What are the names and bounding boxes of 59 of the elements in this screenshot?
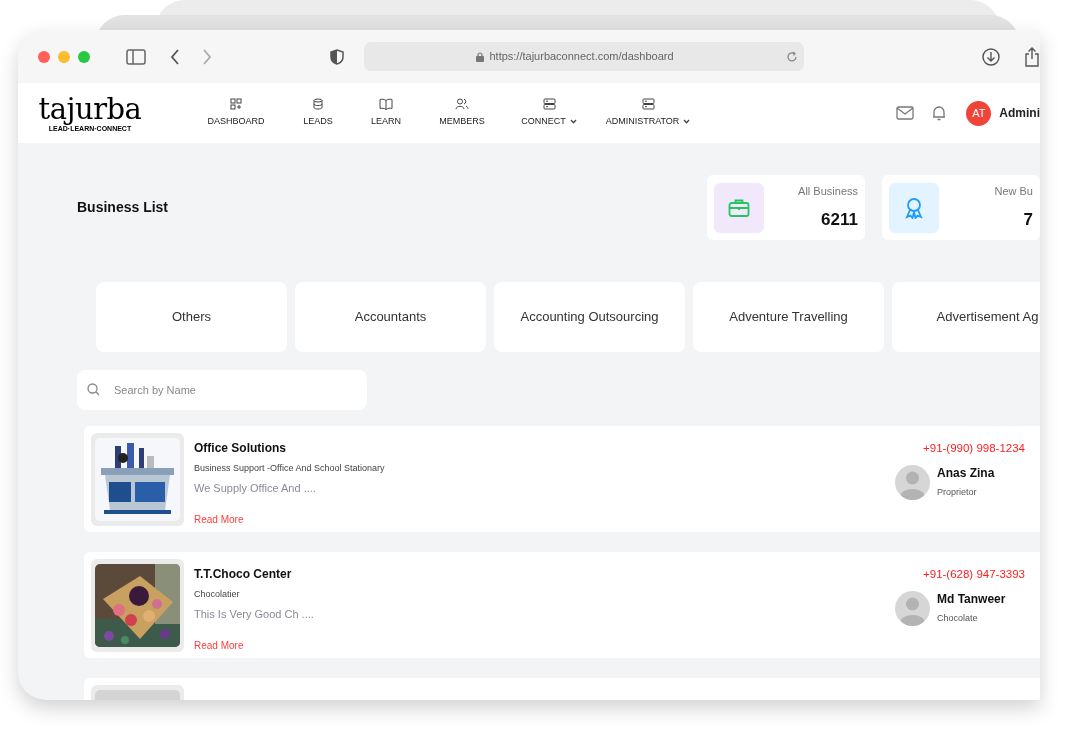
address-bar[interactable]: https://tajurbaconnect.com/dashboard xyxy=(364,42,804,71)
logo-wordmark: tajurba xyxy=(38,94,142,124)
chevron-down-icon[interactable] xyxy=(683,119,691,124)
mail-icon[interactable] xyxy=(896,106,915,120)
category-tab[interactable]: Advertisement Ag xyxy=(892,282,1040,352)
contact-role: Chocolate xyxy=(937,612,979,626)
avatar-icon xyxy=(895,464,930,500)
sidebar-icon[interactable] xyxy=(126,48,146,65)
category-tab[interactable]: Adventure Travelling xyxy=(693,282,884,352)
phone-number[interactable]: +91-(990) 998-1234 xyxy=(923,440,1025,458)
business-category: Business Support -Office And School Stationary xyxy=(194,462,385,475)
read-more-link[interactable]: Read More xyxy=(194,638,244,653)
database-icon xyxy=(313,97,323,110)
business-name: T.T.Choco Center xyxy=(194,566,293,583)
nav-link[interactable]: LEADS xyxy=(303,114,333,129)
business-description: This Is Very Good Ch .... xyxy=(194,606,314,622)
chevron-down-icon[interactable] xyxy=(569,119,577,124)
users-icon xyxy=(455,97,469,110)
nav-link[interactable]: DASHBOARD xyxy=(207,114,265,129)
server-icon xyxy=(542,97,556,110)
phone-number[interactable]: +91-(628) 947-3393 xyxy=(923,566,1025,584)
book-icon xyxy=(379,97,393,110)
notification-icon[interactable] xyxy=(932,105,947,121)
search-field[interactable]: Search by Name xyxy=(77,370,367,410)
grid-icon xyxy=(230,97,242,110)
stat-value: 7 xyxy=(1023,208,1033,231)
category-tab[interactable]: Others xyxy=(96,282,287,352)
back-icon[interactable] xyxy=(170,48,180,65)
contact-name: Md Tanweer xyxy=(937,591,1006,609)
stat-value: 6211 xyxy=(821,208,858,231)
briefcase-icon xyxy=(728,197,750,218)
category-tab[interactable]: Accountants xyxy=(295,282,486,352)
reload-icon[interactable] xyxy=(786,50,798,63)
contact-role: Proprietor xyxy=(937,486,978,500)
nav-link[interactable]: LEARN xyxy=(371,114,401,129)
category-tab[interactable]: Accounting Outsourcing xyxy=(494,282,685,352)
nav-link[interactable]: CONNECT xyxy=(521,114,566,129)
contact-name: Anas Zina xyxy=(937,465,995,483)
user-avatar[interactable]: AT xyxy=(966,100,992,126)
read-more-link[interactable]: Read More xyxy=(194,512,244,527)
nav-link[interactable]: ADMINISTRATOR xyxy=(605,114,680,129)
url-text: https://tajurbaconnect.com/dashboard xyxy=(489,49,674,65)
server-icon xyxy=(641,97,655,110)
business-category: Chocolatier xyxy=(194,588,241,601)
lock-icon xyxy=(476,51,485,62)
share-icon[interactable] xyxy=(1024,46,1040,67)
award-icon xyxy=(905,196,923,219)
search-icon xyxy=(87,383,100,396)
download-icon[interactable] xyxy=(982,47,1000,66)
business-name: Office Solutions xyxy=(194,440,287,457)
close-button[interactable] xyxy=(38,50,50,63)
stat-label: All Business xyxy=(798,184,858,199)
page-title: Business List xyxy=(77,198,170,217)
avatar-icon xyxy=(895,590,930,626)
stat-label: New Bu xyxy=(994,184,1033,199)
shield-icon[interactable] xyxy=(330,48,344,65)
nav-link[interactable]: MEMBERS xyxy=(439,114,485,129)
business-description: We Supply Office And .... xyxy=(194,480,317,496)
user-name[interactable]: Admini xyxy=(999,104,1040,122)
